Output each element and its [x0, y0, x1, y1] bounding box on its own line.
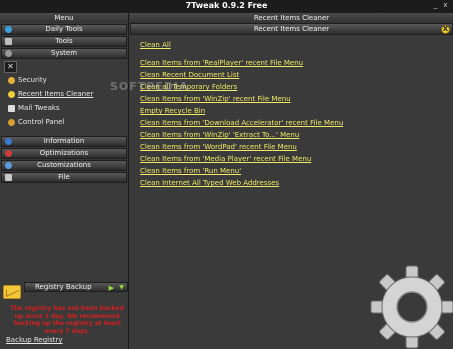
category-label: File [58, 173, 70, 181]
registry-warning-message: The registry has not been backed up sinc… [10, 305, 124, 335]
clean-media-player-link[interactable]: Clean Items from 'Media Player' recent F… [140, 155, 311, 163]
sidebar-item-security[interactable]: Security [8, 75, 47, 85]
category-label: Daily Tools [45, 25, 83, 33]
window-title: 7Tweak 0.9.2 Free [185, 1, 268, 10]
backup-registry-link[interactable]: Backup Registry [6, 336, 63, 344]
category-label: Information [43, 137, 85, 145]
category-label: System [50, 49, 78, 57]
mail-icon [8, 104, 15, 112]
control-panel-icon [8, 118, 15, 126]
chevron-down-icon[interactable]: ▼ [119, 284, 124, 292]
clean-recent-documents-link[interactable]: Clean Recent Document List [140, 71, 239, 79]
registry-backup-header[interactable]: Registry Backup ▶ ▼ [24, 282, 128, 292]
sidebar-item-recent-items-cleaner[interactable]: Recent Items Cleaner [8, 89, 93, 99]
sidebar-item-control-panel[interactable]: Control Panel [8, 117, 64, 127]
paint-icon [5, 162, 12, 169]
category-label: Customizations [37, 161, 91, 169]
clean-all-link[interactable]: Clean All [140, 41, 171, 49]
empty-recycle-bin-link[interactable]: Empty Recycle Bin [140, 107, 205, 115]
category-system[interactable]: System [1, 48, 127, 59]
clean-typed-addresses-link[interactable]: Clean Internet All Typed Web Addresses [140, 179, 279, 187]
sidebar-item-mail-tweaks[interactable]: Mail Tweaks [8, 103, 60, 113]
sidebar-item-label: Control Panel [18, 118, 65, 126]
category-information[interactable]: Information [1, 136, 127, 147]
system-tools-icon: ✕ [4, 61, 17, 73]
section-header: Recent Items Cleaner X [130, 23, 453, 35]
close-window-button[interactable]: x [442, 2, 449, 9]
clean-winzip-extract-link[interactable]: Clean Items from 'WinZip' 'Extract To...… [140, 131, 299, 139]
close-icon[interactable]: X [441, 25, 450, 34]
category-label: Optimizations [39, 149, 89, 157]
title-bar: 7Tweak 0.9.2 Free _ x [0, 0, 453, 13]
sidebar-item-label: Security [18, 76, 47, 84]
registry-backup-title: Registry Backup [35, 283, 92, 291]
section-title: Recent Items Cleaner [253, 25, 330, 33]
category-tools[interactable]: Tools [1, 36, 127, 47]
sidebar-item-label: Recent Items Cleaner [18, 90, 94, 98]
window-controls: _ x [432, 2, 449, 9]
play-icon[interactable]: ▶ [109, 284, 114, 292]
category-customizations[interactable]: Customizations [1, 160, 127, 171]
wrench-icon [5, 38, 12, 45]
info-icon [5, 138, 12, 145]
speed-icon [5, 150, 12, 157]
category-label: Tools [55, 37, 73, 45]
mail-envelope-icon [3, 285, 21, 299]
gear-icon [5, 50, 12, 57]
clean-download-accelerator-link[interactable]: Clean Items from 'Download Accelerator' … [140, 119, 343, 127]
clean-wordpad-link[interactable]: Clean Items from 'WordPad' recent File M… [140, 143, 297, 151]
clean-run-menu-link[interactable]: Clean Items from 'Run Menu' [140, 167, 241, 175]
category-daily-tools[interactable]: Daily Tools [1, 24, 127, 35]
sidebar-item-label: Mail Tweaks [18, 104, 60, 112]
circle-icon [5, 26, 12, 33]
cleaner-icon [8, 90, 15, 98]
gear-icon [370, 265, 453, 349]
category-file[interactable]: File [1, 172, 127, 183]
clean-realplayer-link[interactable]: Clean Items from 'RealPlayer' recent Fil… [140, 59, 303, 67]
clean-winzip-recent-link[interactable]: Clean Items from 'WinZip' recent File Me… [140, 95, 291, 103]
minimize-button[interactable]: _ [432, 2, 439, 9]
menu-header: Menu [0, 13, 128, 23]
category-optimizations[interactable]: Optimizations [1, 148, 127, 159]
watermark: SOFTPEDIA [110, 80, 189, 93]
page-title: Recent Items Cleaner [130, 13, 453, 23]
system-panel: ✕ Security Recent Items Cleaner Mail Twe… [0, 60, 128, 135]
shield-icon [8, 76, 15, 84]
file-icon [5, 174, 12, 181]
